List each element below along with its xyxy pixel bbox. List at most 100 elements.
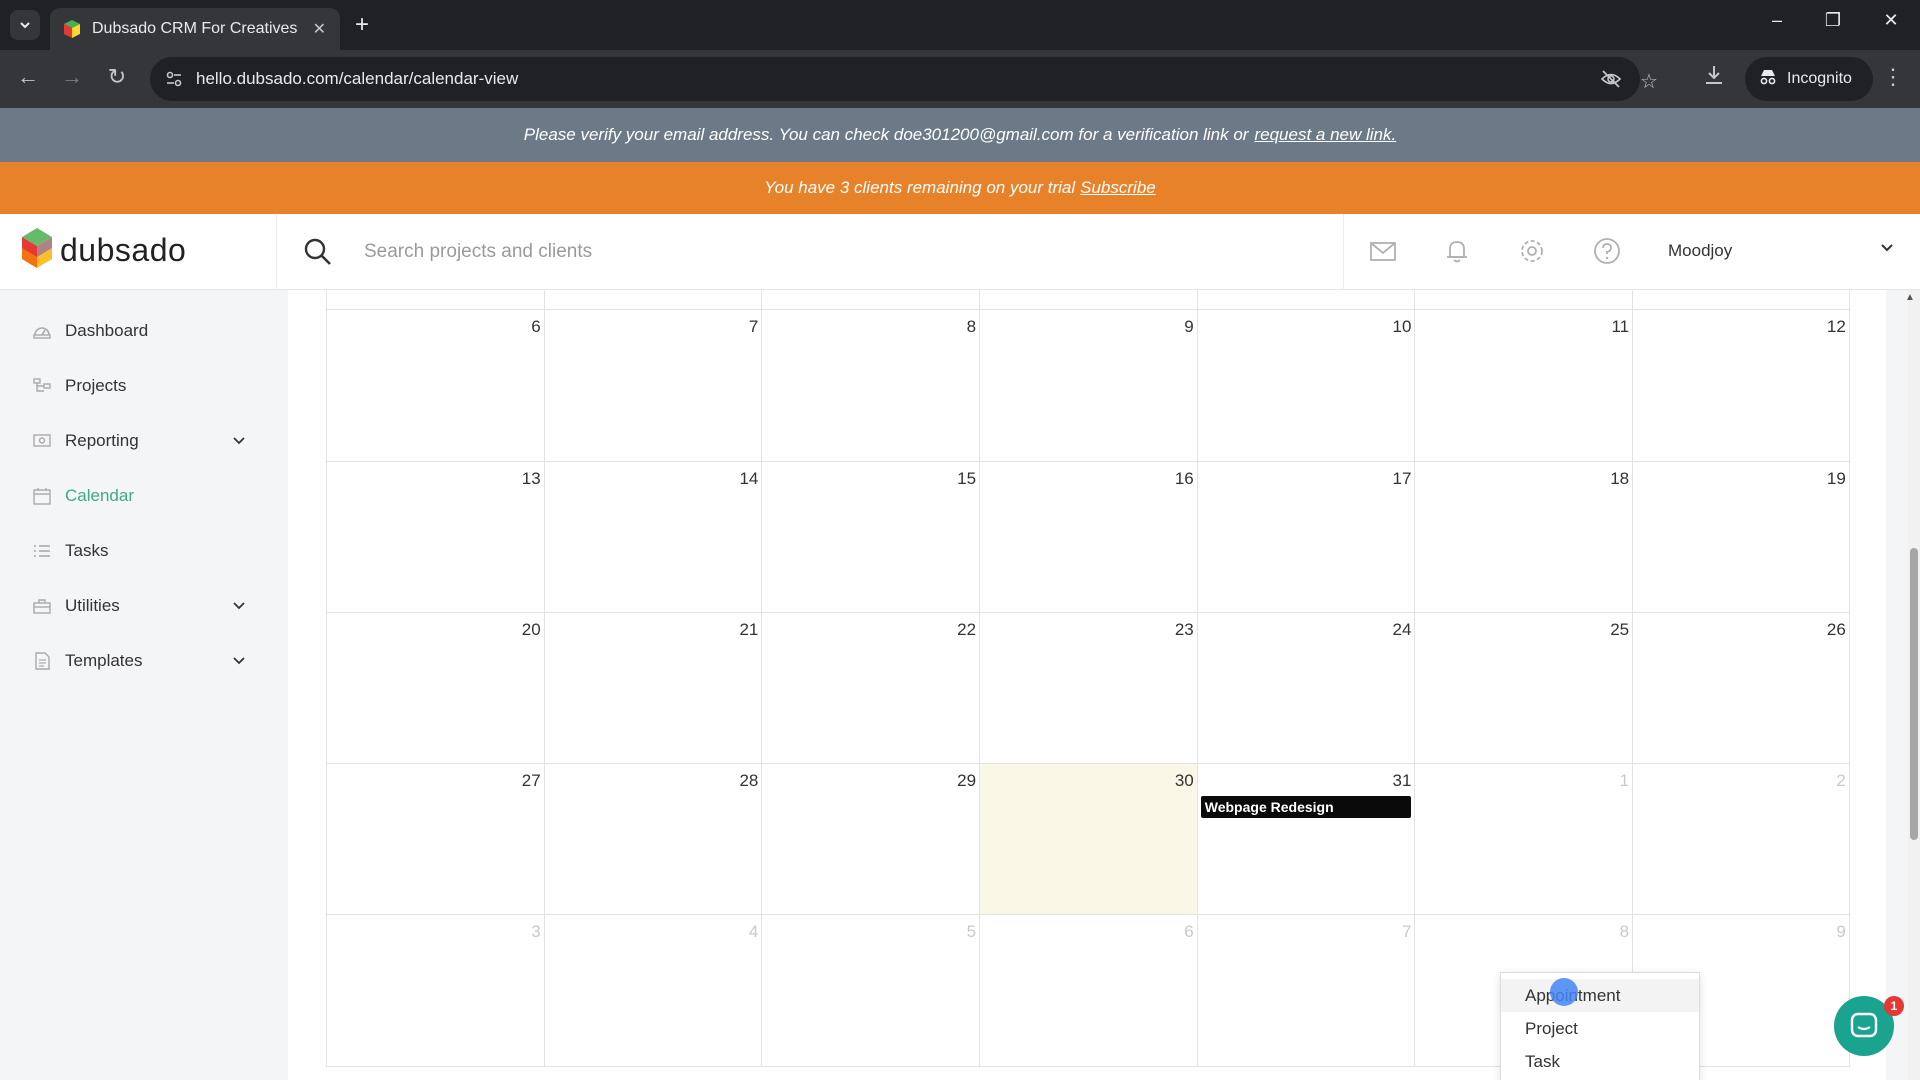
calendar-day[interactable]: 27 [326, 764, 544, 915]
calendar-day[interactable]: 10 [1196, 310, 1415, 462]
download-icon[interactable] [1699, 64, 1729, 92]
dubsado-logo-icon [22, 228, 52, 272]
sidebar-item-reporting[interactable]: Reporting [32, 426, 247, 456]
tab-search-button[interactable] [10, 10, 40, 40]
incognito-indicator[interactable]: Incognito [1745, 57, 1873, 101]
sidebar-item-label: Utilities [65, 596, 120, 615]
day-number: 1 [1619, 771, 1630, 790]
calendar-day[interactable]: 14 [543, 462, 762, 613]
chevron-down-icon[interactable] [231, 432, 247, 448]
search-icon[interactable] [302, 236, 334, 268]
calendar-day[interactable] [979, 290, 1197, 310]
browser-menu-icon[interactable]: ⋮ [1882, 64, 1904, 90]
calendar-day[interactable]: 9 [979, 310, 1197, 462]
calendar-day[interactable]: 12 [1632, 310, 1850, 462]
calendar-day[interactable]: 18 [1414, 462, 1633, 613]
calendar-day[interactable] [1196, 290, 1415, 310]
day-number: 12 [1826, 317, 1846, 336]
calendar-day[interactable]: 15 [761, 462, 980, 613]
request-new-link[interactable]: request a new link. [1254, 125, 1396, 145]
reload-icon[interactable]: ↻ [102, 64, 132, 90]
calendar-day[interactable]: 16 [979, 462, 1197, 613]
calendar-day[interactable]: 31 Webpage Redesign [1196, 764, 1415, 915]
chevron-down-icon[interactable] [231, 652, 247, 668]
calendar-day[interactable]: 29 [761, 764, 980, 915]
calendar-day[interactable]: 26 [1632, 613, 1850, 764]
menu-item-appointment[interactable]: Appointment [1501, 979, 1699, 1012]
forward-icon[interactable]: → [57, 64, 87, 90]
scrollbar-thumb[interactable] [1910, 548, 1918, 840]
calendar-day[interactable]: 7 [543, 310, 762, 462]
calendar-day[interactable]: 23 [979, 613, 1197, 764]
eye-off-icon[interactable] [1600, 69, 1622, 95]
calendar-day-next-month[interactable]: 4 [543, 915, 762, 1067]
day-number: 16 [1174, 469, 1194, 488]
day-number: 23 [1174, 620, 1194, 639]
logo-text: dubsado [60, 231, 187, 268]
calendar-day-next-month[interactable]: 6 [979, 915, 1197, 1067]
sidebar-item-projects[interactable]: Projects [32, 371, 247, 401]
sidebar-item-tasks[interactable]: Tasks [32, 536, 247, 566]
calendar-day-next-month[interactable]: 7 [1196, 915, 1415, 1067]
scroll-up-arrow-icon[interactable]: ▲ [1905, 292, 1915, 303]
calendar-day-today[interactable]: 30 [979, 764, 1197, 915]
mail-icon[interactable] [1368, 236, 1398, 266]
sidebar-item-label: Projects [65, 376, 127, 395]
calendar-day[interactable]: 13 [326, 462, 544, 613]
address-bar[interactable]: hello.dubsado.com/calendar/calendar-view… [150, 57, 1658, 101]
menu-item-task[interactable]: Task [1501, 1045, 1699, 1078]
subscribe-link[interactable]: Subscribe [1080, 178, 1156, 198]
help-icon[interactable] [1592, 236, 1622, 266]
bookmark-star-icon[interactable]: ☆ [1640, 69, 1658, 94]
calendar-day[interactable]: 28 [543, 764, 762, 915]
templates-icon [32, 651, 52, 671]
close-window-icon[interactable]: ✕ [1876, 10, 1906, 31]
minimize-icon[interactable]: – [1762, 10, 1792, 31]
sidebar-item-utilities[interactable]: Utilities [32, 591, 247, 621]
tab-close-icon[interactable]: ✕ [313, 19, 326, 39]
calendar-event[interactable]: Webpage Redesign [1200, 796, 1412, 818]
gear-icon[interactable] [1517, 236, 1547, 266]
calendar-day[interactable]: 25 [1414, 613, 1633, 764]
new-tab-button[interactable]: + [355, 12, 369, 38]
calendar-day-next-month[interactable]: 1 [1414, 764, 1633, 915]
menu-item-project[interactable]: Project [1501, 1012, 1699, 1045]
chevron-down-icon[interactable] [1878, 238, 1896, 256]
calendar-day[interactable]: 17 [1196, 462, 1415, 613]
user-name[interactable]: Moodjoy [1668, 241, 1732, 261]
calendar-day[interactable] [761, 290, 980, 310]
calendar-day[interactable]: 24 [1196, 613, 1415, 764]
sidebar-item-dashboard[interactable]: Dashboard [32, 316, 247, 346]
calendar-day[interactable]: 21 [543, 613, 762, 764]
sidebar-item-calendar[interactable]: Calendar [32, 481, 247, 511]
calendar-week: 27 28 29 30 31 Webpage Redesign 1 2 [326, 764, 1850, 915]
calendar-day[interactable]: 11 [1414, 310, 1633, 462]
header-divider [1343, 214, 1344, 290]
dubsado-favicon-icon [64, 20, 80, 38]
day-number: 22 [957, 620, 977, 639]
calendar-day[interactable]: 8 [761, 310, 980, 462]
calendar-day[interactable]: 20 [326, 613, 544, 764]
sidebar-item-templates[interactable]: Templates [32, 646, 247, 676]
calendar-day-next-month[interactable]: 2 [1632, 764, 1850, 915]
day-number: 31 [1392, 771, 1412, 790]
calendar-day[interactable] [326, 290, 544, 310]
browser-tab[interactable]: Dubsado CRM For Creatives ✕ [50, 8, 340, 50]
calendar-day[interactable] [1414, 290, 1633, 310]
search-input[interactable] [364, 234, 1324, 270]
site-settings-icon[interactable] [164, 69, 184, 89]
chevron-down-icon[interactable] [231, 597, 247, 613]
browser-toolbar: ← → ↻ hello.dubsado.com/calendar/calenda… [0, 50, 1920, 108]
back-icon[interactable]: ← [13, 64, 43, 90]
calendar-day[interactable]: 22 [761, 613, 980, 764]
calendar-day[interactable] [543, 290, 762, 310]
restore-icon[interactable]: ❐ [1818, 10, 1848, 31]
dubsado-logo[interactable]: dubsado [22, 228, 186, 272]
calendar-day-next-month[interactable]: 5 [761, 915, 980, 1067]
calendar-day[interactable] [1632, 290, 1850, 310]
calendar-day[interactable]: 19 [1632, 462, 1850, 613]
day-number: 20 [521, 620, 541, 639]
calendar-day-next-month[interactable]: 3 [326, 915, 544, 1067]
bell-icon[interactable] [1442, 236, 1472, 266]
calendar-day[interactable]: 6 [326, 310, 544, 462]
